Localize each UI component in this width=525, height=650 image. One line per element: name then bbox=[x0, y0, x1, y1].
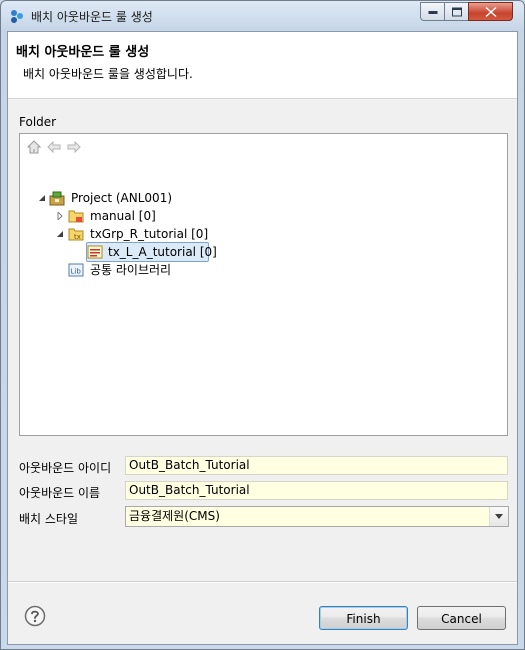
transaction-icon bbox=[87, 245, 103, 259]
tree-label-manual: manual [0] bbox=[90, 209, 156, 223]
home-icon[interactable] bbox=[26, 139, 42, 155]
close-icon bbox=[485, 6, 496, 17]
title-bar[interactable]: 배치 아웃바운드 룰 생성 bbox=[1, 1, 524, 31]
chevron-down-icon bbox=[495, 514, 503, 519]
back-arrow-icon[interactable] bbox=[46, 139, 62, 155]
batch-style-label: 배치 스타일 bbox=[19, 512, 79, 526]
forward-arrow-icon[interactable] bbox=[66, 139, 82, 155]
outbound-name-label: 아웃바운드 이름 bbox=[19, 486, 101, 500]
maximize-button[interactable] bbox=[444, 2, 469, 21]
tree-label-project: Project (ANL001) bbox=[71, 191, 173, 205]
batch-style-select[interactable]: 금융결제원(CMS) bbox=[125, 506, 509, 527]
batch-style-value: 금융결제원(CMS) bbox=[129, 509, 220, 523]
dialog-window: 배치 아웃바운드 룰 생성 배치 아웃바운드 룰 생성 배치 아웃바운드 룰을 … bbox=[0, 0, 525, 650]
collapsed-chevron-icon[interactable] bbox=[56, 212, 64, 220]
dialog-body: 배치 아웃바운드 룰 생성 배치 아웃바운드 룰을 생성합니다. Folder bbox=[7, 31, 518, 645]
tree-label-library: 공통 라이브러리 bbox=[90, 263, 172, 277]
app-icon bbox=[11, 10, 23, 23]
outbound-id-input[interactable]: OutB_Batch_Tutorial bbox=[125, 456, 508, 475]
finish-button[interactable]: Finish bbox=[319, 606, 408, 630]
folder-icon bbox=[68, 210, 84, 223]
folder-tree[interactable]: Project (ANL001) manual [0] tx txGrp_R_t… bbox=[19, 133, 508, 436]
header-description: 배치 아웃바운드 룰을 생성합니다. bbox=[23, 67, 193, 81]
close-button[interactable] bbox=[468, 2, 513, 21]
expanded-chevron-icon[interactable] bbox=[56, 230, 64, 238]
header-title: 배치 아웃바운드 룰 생성 bbox=[16, 45, 150, 60]
expanded-chevron-icon[interactable] bbox=[38, 194, 46, 202]
wizard-header: 배치 아웃바운드 룰 생성 배치 아웃바운드 룰을 생성합니다. bbox=[8, 32, 517, 99]
maximize-icon bbox=[451, 7, 462, 16]
transaction-group-icon: tx bbox=[68, 228, 84, 241]
outbound-name-input[interactable]: OutB_Batch_Tutorial bbox=[125, 481, 508, 500]
tree-row-selected[interactable]: tx_L_A_tutorial [0] bbox=[86, 242, 217, 262]
tree-label-selected: tx_L_A_tutorial [0] bbox=[108, 245, 217, 259]
library-icon: Lib bbox=[68, 263, 84, 277]
minimize-icon bbox=[428, 10, 437, 14]
svg-text:Lib: Lib bbox=[71, 268, 82, 276]
button-bar-separator bbox=[8, 581, 517, 583]
dropdown-button[interactable] bbox=[489, 507, 508, 526]
folder-label: Folder bbox=[19, 115, 57, 129]
outbound-id-label: 아웃바운드 아이디 bbox=[19, 461, 112, 475]
minimize-button[interactable] bbox=[420, 2, 445, 21]
help-icon[interactable] bbox=[24, 605, 46, 627]
window-title: 배치 아웃바운드 룰 생성 bbox=[31, 10, 153, 24]
project-icon bbox=[49, 191, 65, 206]
tree-label-group: txGrp_R_tutorial [0] bbox=[90, 227, 209, 241]
cancel-button[interactable]: Cancel bbox=[417, 606, 506, 630]
svg-text:tx: tx bbox=[74, 233, 81, 241]
